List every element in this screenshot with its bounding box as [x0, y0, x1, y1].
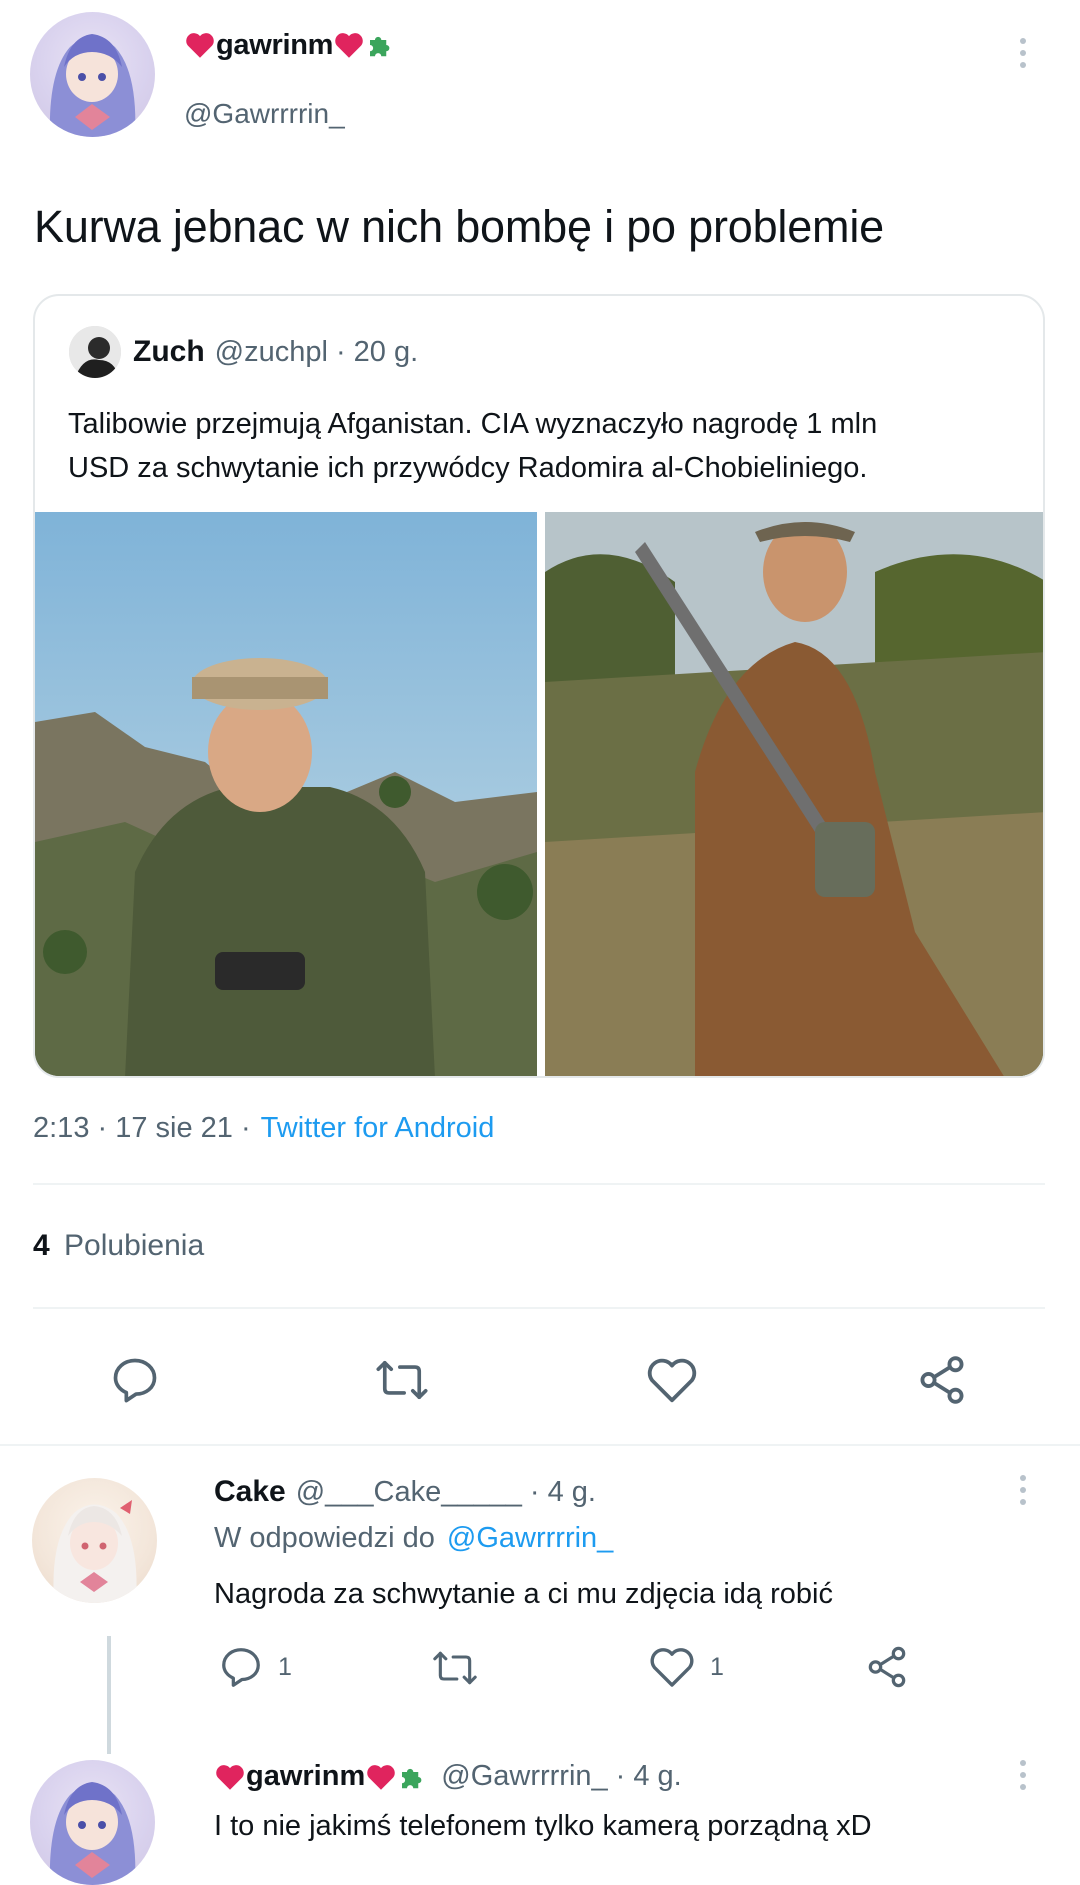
reply-1-context: W odpowiedzi do @Gawrrrrin_	[214, 1522, 613, 1555]
tweet-source-link[interactable]: Twitter for Android	[261, 1112, 495, 1145]
quoted-author-avatar	[69, 326, 121, 378]
divider	[33, 1307, 1045, 1309]
reply-bubble-icon	[113, 1358, 157, 1403]
author-avatar[interactable]	[30, 12, 155, 137]
author-name: gawrinm	[216, 28, 334, 61]
anime-girl-avatar-icon	[49, 1782, 136, 1885]
reply-1-like-count: 1	[710, 1652, 724, 1681]
red-heart-icon	[367, 1764, 395, 1790]
reply-2-header: gawrinm @Gawrrrrin_ · 4 g.	[214, 1760, 682, 1793]
green-puzzle-icon	[370, 36, 390, 57]
thread-line	[107, 1636, 111, 1754]
reply-2-age: · 4 g.	[615, 1760, 682, 1792]
person-avatar-icon	[69, 326, 121, 378]
quoted-author-name: Zuch	[133, 335, 205, 368]
reply-button[interactable]	[105, 1350, 165, 1410]
reply-2-more-options-icon[interactable]	[1020, 1760, 1026, 1796]
reply-2-text: I to nie jakimś telefonem tylko kamerą p…	[214, 1810, 872, 1842]
red-heart-icon	[186, 33, 214, 58]
reply-1-author-handle[interactable]: @___Cake_____	[296, 1476, 522, 1509]
quoted-photo-2[interactable]	[545, 512, 1043, 1076]
quoted-photo-1[interactable]	[35, 512, 537, 1076]
reply-2-avatar[interactable]	[30, 1760, 155, 1885]
reply-1-avatar[interactable]	[32, 1478, 157, 1603]
tweet-meta-row: 2:13 · 17 sie 21 · Twitter for Android	[33, 1112, 494, 1145]
reply-bubble-icon	[222, 1648, 260, 1687]
white-hair-anime-avatar-icon	[53, 1500, 137, 1603]
reply-1-header: Cake @___Cake_____ · 4 g.	[214, 1475, 596, 1509]
reply-1-more-options-icon[interactable]	[1020, 1475, 1026, 1511]
share-icon	[868, 1646, 906, 1688]
photo-man-on-hillside-icon	[35, 512, 537, 1076]
like-button[interactable]	[642, 1350, 702, 1410]
retweet-icon	[376, 1360, 428, 1400]
reply-1-reply-count: 1	[278, 1652, 292, 1681]
likes-count: 4	[33, 1229, 50, 1262]
red-heart-icon	[216, 1764, 244, 1790]
quoted-text-line-2: USD za schwytanie ich przywódcy Radomira…	[68, 452, 868, 484]
quoted-author-row: Zuch @zuchpl · 20 g.	[69, 326, 418, 378]
reply-2-author-handle[interactable]: @Gawrrrrin_	[441, 1760, 607, 1793]
green-puzzle-icon	[402, 1768, 422, 1788]
heart-outline-icon	[650, 1648, 694, 1687]
retweet-icon	[433, 1651, 477, 1685]
share-icon	[920, 1356, 964, 1404]
more-options-icon[interactable]	[1020, 38, 1026, 74]
quoted-author-handle: @zuchpl	[214, 335, 328, 368]
reply-1-text: Nagroda za schwytanie a ci mu zdjęcia id…	[214, 1578, 833, 1610]
reply-1-like-button[interactable]: 1	[648, 1645, 724, 1689]
quoted-tweet-card[interactable]: Zuch @zuchpl · 20 g. Talibowie przejmują…	[33, 294, 1045, 1078]
reply-1-share-button[interactable]	[864, 1644, 910, 1690]
quoted-text-line-1: Talibowie przejmują Afganistan. CIA wyzn…	[68, 408, 878, 440]
section-divider	[0, 1444, 1080, 1446]
photo-man-with-rifle-icon	[545, 512, 1043, 1076]
likes-summary[interactable]: 4 Polubienia	[33, 1229, 204, 1263]
quoted-age: · 20 g.	[335, 335, 419, 368]
reply-1-retweet-button[interactable]	[430, 1646, 480, 1690]
reply-1-reply-button[interactable]: 1	[218, 1644, 292, 1690]
share-button[interactable]	[912, 1350, 972, 1410]
author-handle[interactable]: @Gawrrrrin_	[184, 98, 345, 130]
reply-1-author-name[interactable]: Cake	[214, 1475, 286, 1509]
reply-to-handle[interactable]: @Gawrrrrin_	[447, 1522, 613, 1554]
tweet-timestamp[interactable]: 2:13 · 17 sie 21 ·	[33, 1112, 251, 1145]
reply-to-prefix: W odpowiedzi do	[214, 1522, 435, 1554]
anime-girl-avatar-icon	[49, 34, 136, 137]
red-heart-icon	[335, 33, 363, 58]
tweet-text: Kurwa jebnac w nich bombę i po problemie	[34, 201, 884, 252]
heart-outline-icon	[647, 1358, 697, 1403]
divider	[33, 1183, 1045, 1185]
retweet-button[interactable]	[372, 1350, 432, 1410]
reply-1-age: · 4 g.	[529, 1476, 596, 1508]
likes-label: Polubienia	[64, 1229, 205, 1262]
reply-2-author-name[interactable]: gawrinm	[246, 1760, 365, 1793]
author-name-row[interactable]: gawrinm	[184, 28, 395, 62]
